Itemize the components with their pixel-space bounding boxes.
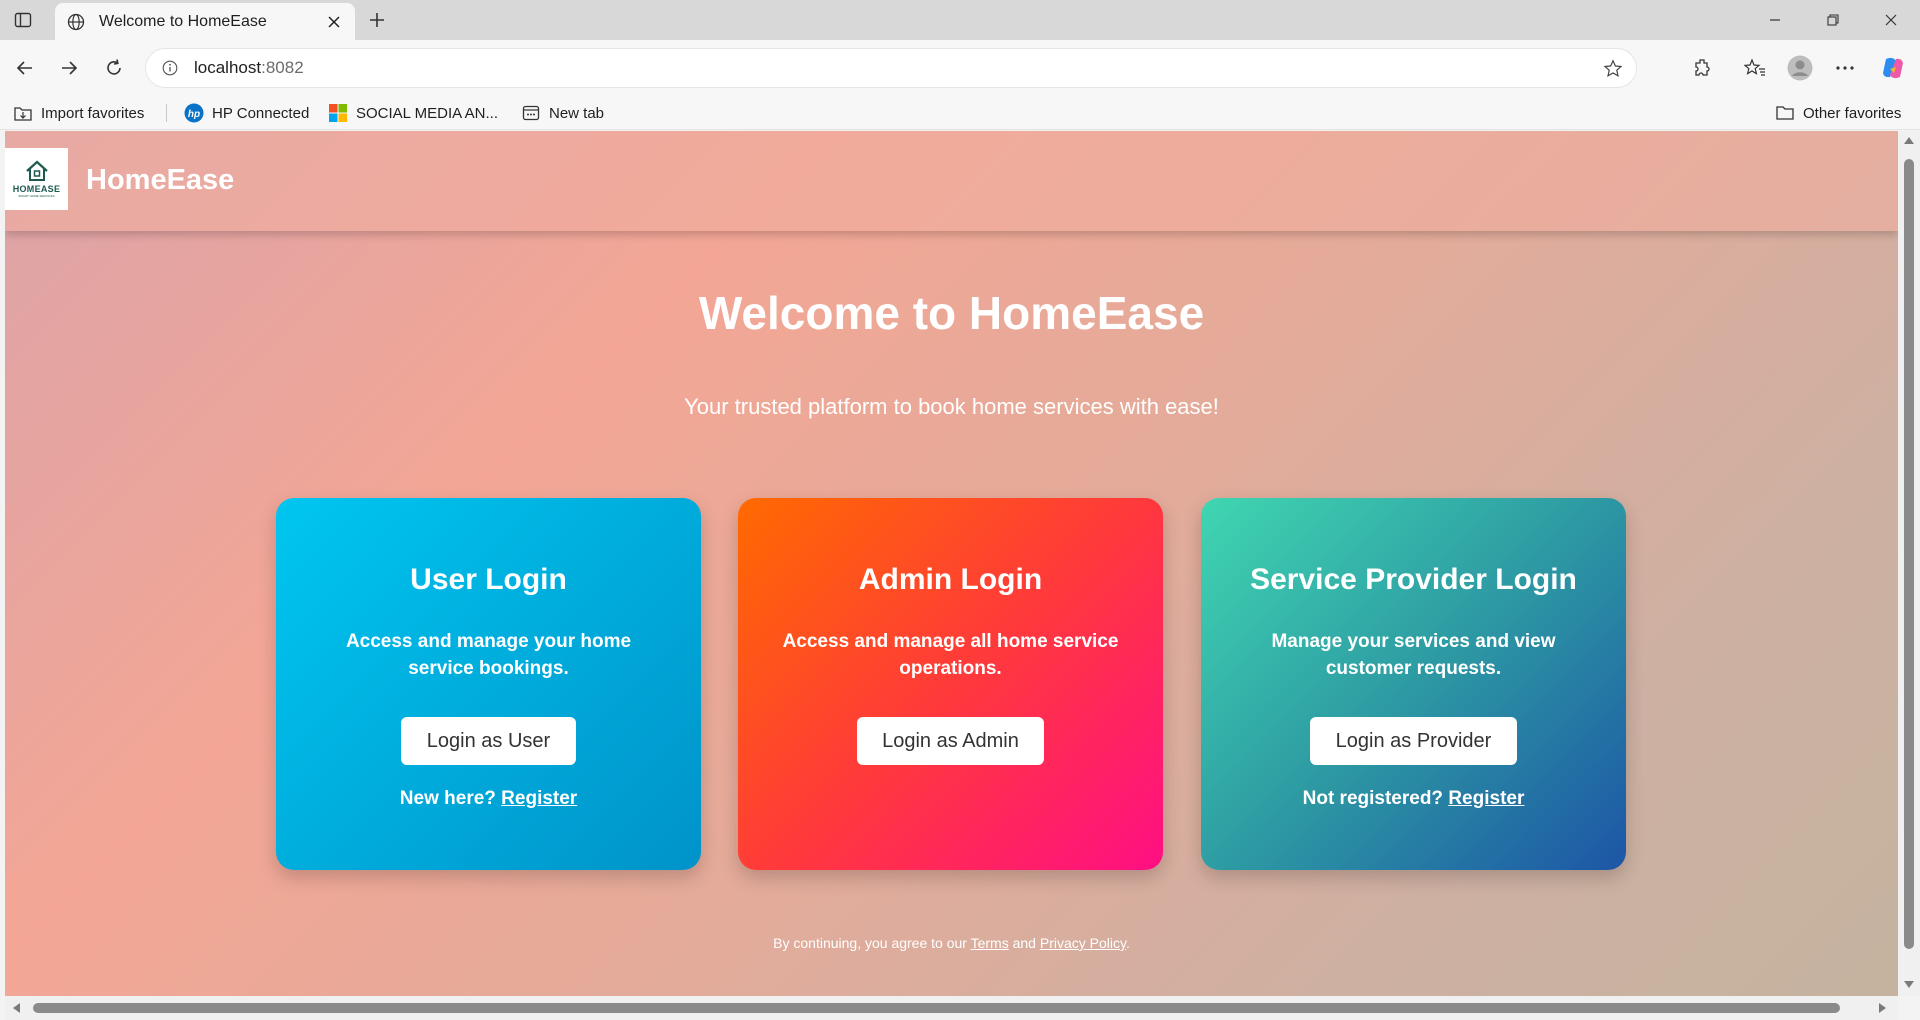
other-favorites[interactable]: Other favorites — [1775, 102, 1901, 124]
card-description: Access and manage all home service opera… — [782, 631, 1119, 679]
privacy-policy-link[interactable]: Privacy Policy — [1040, 935, 1126, 951]
scroll-left-arrow-icon[interactable] — [13, 1003, 20, 1013]
card-title: Service Provider Login — [1250, 563, 1577, 596]
address-bar[interactable]: localhost:8082 — [145, 48, 1637, 88]
favorite-label: HP Connected — [212, 104, 310, 122]
logo-text: HOMEASE — [12, 184, 61, 194]
forward-icon[interactable] — [55, 54, 83, 82]
close-window-icon[interactable] — [1862, 0, 1920, 40]
tab-title: Welcome to HomeEase — [99, 12, 267, 30]
login-as-provider-button[interactable]: Login as Provider — [1310, 717, 1517, 765]
url-text: localhost:8082 — [194, 58, 304, 77]
site-header: HOMEASE SMART HOME SERVICES HomeEase — [5, 131, 1898, 231]
card-footer: New here? Register — [276, 788, 701, 810]
copilot-icon[interactable] — [1879, 54, 1907, 82]
favorites-bar: Import favorites hp HP Connected SOCIAL … — [0, 96, 1920, 130]
site-logo[interactable]: HOMEASE SMART HOME SERVICES — [5, 148, 68, 210]
microsoft-icon — [328, 103, 348, 123]
favorite-star-icon[interactable] — [1602, 58, 1624, 80]
tab-bar: Welcome to HomeEase — [0, 0, 1920, 40]
refresh-icon[interactable] — [100, 54, 128, 82]
profile-avatar-icon[interactable] — [1786, 54, 1814, 82]
favorite-social-media[interactable]: SOCIAL MEDIA AN... — [328, 102, 498, 124]
card-description: Access and manage your home service book… — [345, 631, 632, 679]
favorite-hp-connected[interactable]: hp HP Connected — [184, 102, 309, 124]
more-options-icon[interactable] — [1831, 54, 1859, 82]
card-title: User Login — [410, 563, 567, 596]
terms-notice: By continuing, you agree to our Terms an… — [5, 935, 1898, 951]
card-footer: Not registered? Register — [1201, 788, 1626, 810]
favorite-import[interactable]: Import favorites — [13, 102, 144, 124]
page-subtitle: Your trusted platform to book home servi… — [684, 394, 1219, 419]
hp-icon: hp — [184, 103, 204, 123]
site-info-icon[interactable] — [160, 58, 180, 78]
browser-toolbar: localhost:8082 — [0, 40, 1920, 96]
admin-login-card: Admin Login Access and manage all home s… — [738, 498, 1163, 870]
terms-prefix: By continuing, you agree to our — [773, 935, 971, 951]
brand-name[interactable]: HomeEase — [86, 164, 234, 197]
scroll-right-arrow-icon[interactable] — [1879, 1003, 1886, 1013]
active-tab[interactable]: Welcome to HomeEase — [55, 3, 355, 40]
svg-text:hp: hp — [188, 109, 200, 120]
horizontal-scrollbar[interactable] — [5, 996, 1898, 1020]
close-tab-icon[interactable] — [325, 13, 343, 31]
favorite-label: Import favorites — [41, 104, 145, 122]
back-icon[interactable] — [11, 54, 39, 82]
horizontal-scroll-thumb[interactable] — [33, 1003, 1840, 1013]
other-favorites-label: Other favorites — [1803, 104, 1902, 122]
card-title: Admin Login — [858, 563, 1043, 596]
favorite-label: New tab — [549, 104, 605, 122]
terms-link[interactable]: Terms — [971, 935, 1009, 951]
footer-text: New here? — [399, 788, 502, 809]
extensions-icon[interactable] — [1689, 54, 1717, 82]
vertical-scroll-thumb[interactable] — [1904, 159, 1914, 949]
house-logo-icon — [25, 160, 48, 181]
globe-icon — [67, 12, 87, 32]
folder-icon — [1775, 103, 1795, 123]
favorites-list-icon[interactable] — [1741, 54, 1769, 82]
favorites-divider — [166, 104, 167, 122]
login-as-user-button[interactable]: Login as User — [401, 717, 576, 765]
footer-text: Not registered? — [1302, 788, 1449, 809]
new-tab-icon — [521, 103, 541, 123]
login-as-admin-button[interactable]: Login as Admin — [857, 717, 1044, 765]
user-register-link[interactable]: Register — [501, 788, 577, 809]
scroll-down-arrow-icon[interactable] — [1904, 981, 1914, 988]
favorite-label: SOCIAL MEDIA AN... — [356, 104, 498, 122]
terms-and: and — [1008, 935, 1040, 951]
page-viewport: HOMEASE SMART HOME SERVICES HomeEase Wel… — [5, 131, 1898, 996]
card-description: Manage your services and view customer r… — [1271, 631, 1556, 679]
page-title: Welcome to HomeEase — [698, 287, 1205, 339]
new-tab-plus-icon[interactable] — [365, 8, 389, 32]
vertical-scrollbar[interactable] — [1898, 131, 1920, 996]
user-login-card: User Login Access and manage your home s… — [276, 498, 701, 870]
restore-icon[interactable] — [1804, 0, 1862, 40]
minimize-icon[interactable] — [1746, 0, 1804, 40]
logo-subtext: SMART HOME SERVICES — [18, 194, 55, 198]
provider-login-card: Service Provider Login Manage your servi… — [1201, 498, 1626, 870]
favorite-new-tab[interactable]: New tab — [521, 102, 604, 124]
terms-suffix: . — [1125, 935, 1130, 951]
sidebar-toggle-icon[interactable] — [12, 9, 34, 31]
import-favorites-icon — [13, 103, 33, 123]
provider-register-link[interactable]: Register — [1448, 788, 1524, 809]
scroll-up-arrow-icon[interactable] — [1904, 137, 1914, 144]
window-controls — [1746, 0, 1920, 40]
